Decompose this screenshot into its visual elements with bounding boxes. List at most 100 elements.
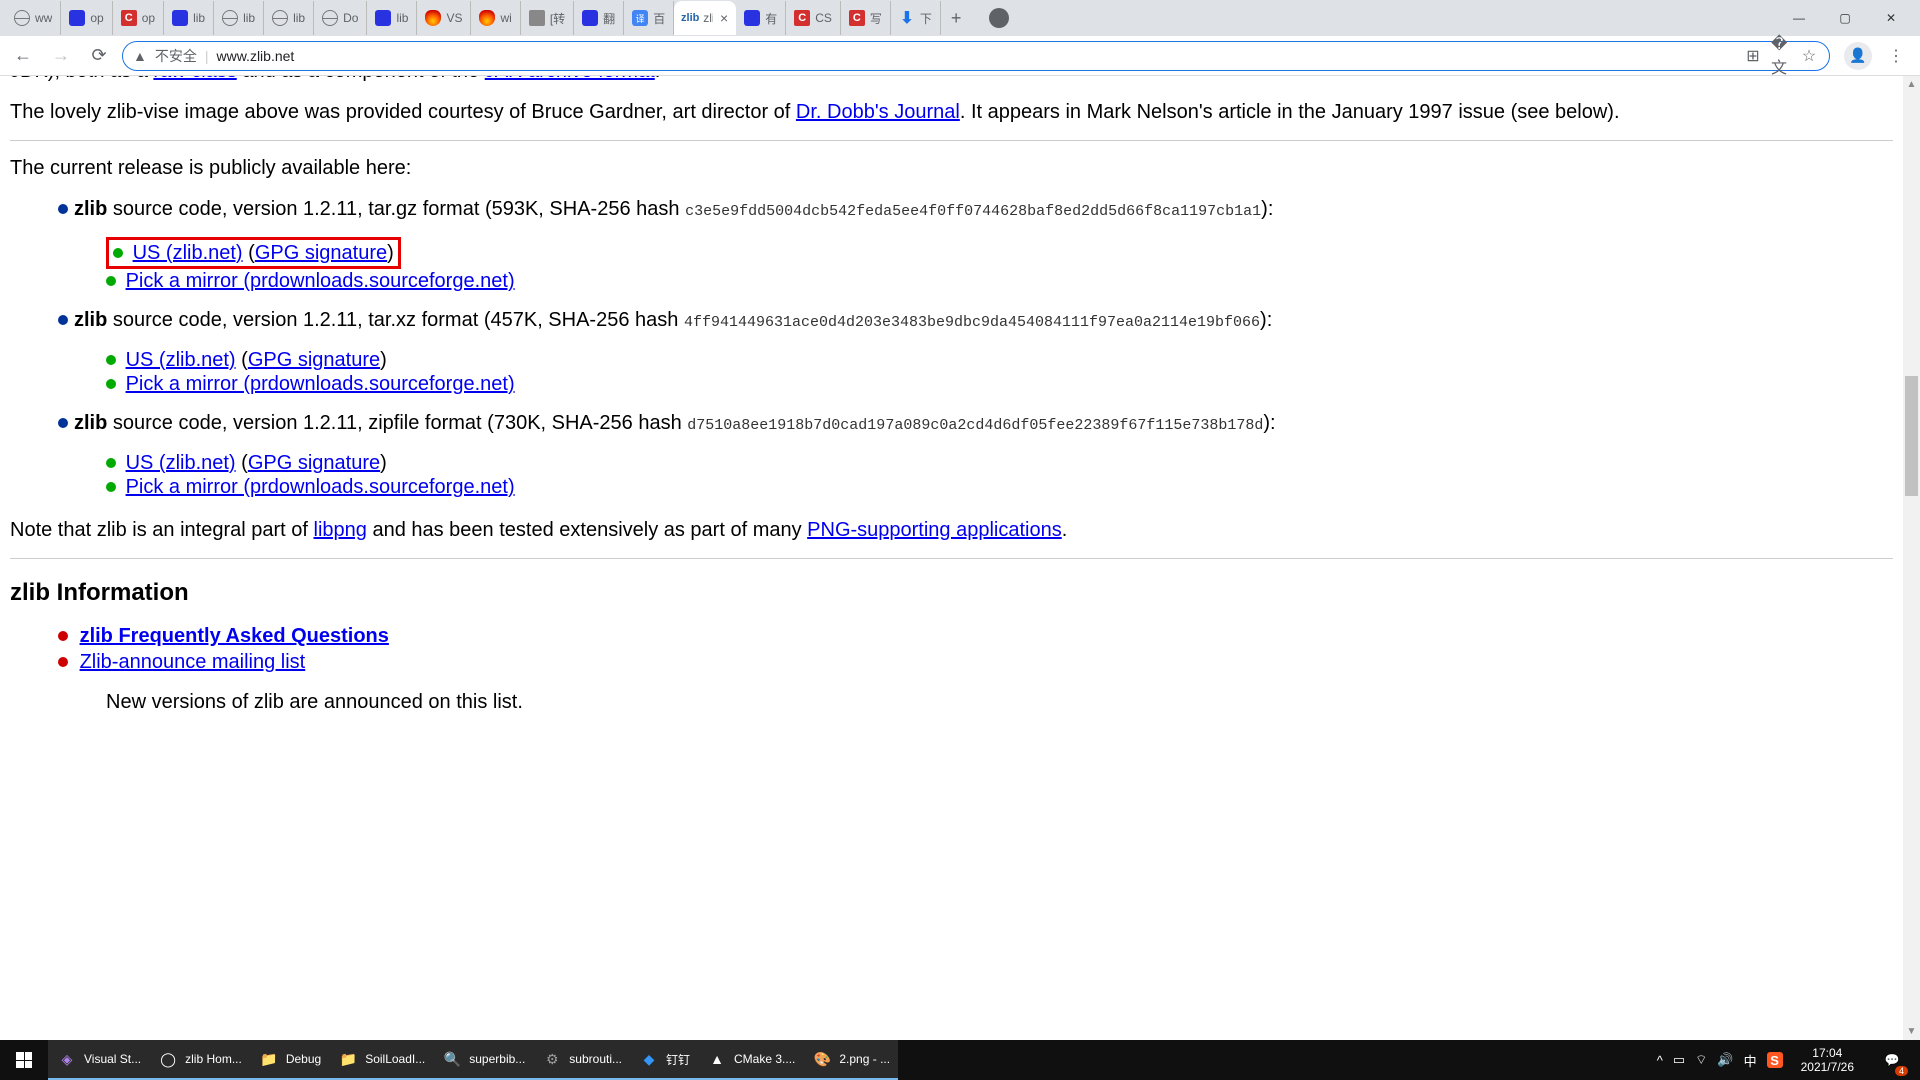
taskbar-app[interactable]: ◆钉钉 (630, 1040, 698, 1080)
tab-title: op (90, 11, 103, 25)
tab-active[interactable]: zlibzlib× (674, 1, 736, 35)
tab[interactable]: 有 (736, 1, 786, 35)
tab-title: 百 (653, 10, 665, 27)
scrollbar-thumb[interactable] (1905, 376, 1918, 496)
minimize-button[interactable]: — (1776, 2, 1822, 34)
taskbar-app[interactable]: ◈Visual St... (48, 1040, 149, 1080)
toolbar: ← → ⟳ ▲ 不安全 | www.zlib.net ⊞ �文 ☆ 👤 ⋮ (0, 36, 1920, 76)
tab-favicon (272, 10, 288, 26)
tab[interactable]: lib (264, 1, 314, 35)
taskbar-app[interactable]: 📁Debug (250, 1040, 329, 1080)
system-tray: ^ ▭ ⌔ 🔊 中 S 17:04 2021/7/26 💬 4 (1649, 1040, 1920, 1080)
forward-button[interactable]: → (46, 41, 76, 71)
tab[interactable]: lib (367, 1, 417, 35)
link-gpg-signature[interactable]: GPG signature (248, 452, 380, 474)
taskbar-app[interactable]: 📁SoilLoadI... (329, 1040, 433, 1080)
tab[interactable]: Do (314, 1, 367, 35)
new-tab-button[interactable]: + (941, 8, 972, 29)
tab-title: 下 (920, 10, 932, 27)
vise-paragraph: The lovely zlib-vise image above was pro… (10, 99, 1893, 126)
link-pick-mirror[interactable]: Pick a mirror (prdownloads.sourceforge.n… (126, 476, 515, 498)
tray-wifi-icon[interactable]: ⌔ (1695, 1052, 1707, 1068)
tab[interactable]: Cop (113, 1, 164, 35)
download-links: US (zlib.net) (GPG signature) Pick a mir… (106, 348, 1893, 396)
tray-sogou-icon[interactable]: S (1767, 1052, 1783, 1068)
tab[interactable]: lib (164, 1, 214, 35)
tray-ime-indicator[interactable]: 中 (1744, 1051, 1757, 1070)
taskbar-app-label: 钉钉 (666, 1051, 690, 1068)
chrome-menu-button[interactable]: ⋮ (1886, 46, 1906, 66)
link-us-mirror[interactable]: US (zlib.net) (133, 242, 243, 264)
cutoff-paragraph: JDK), both as a raw class and as a compo… (10, 76, 1893, 85)
maximize-button[interactable]: ▢ (1822, 2, 1868, 34)
tab-favicon: C (121, 10, 137, 26)
tab[interactable]: 译百 (624, 1, 674, 35)
tab[interactable]: ⬇下 (891, 1, 941, 35)
link-libpng[interactable]: libpng (314, 519, 367, 541)
taskbar-app[interactable]: ⚙subrouti... (533, 1040, 630, 1080)
tray-volume-icon[interactable]: 🔊 (1717, 1052, 1733, 1068)
tab-favicon: zlib (682, 10, 698, 26)
scrollbar-down-button[interactable]: ▼ (1903, 1023, 1920, 1040)
address-bar[interactable]: ▲ 不安全 | www.zlib.net ⊞ �文 ☆ (122, 41, 1830, 71)
tab[interactable]: [转 (521, 1, 574, 35)
tab[interactable]: wi (471, 1, 520, 35)
link-pick-mirror[interactable]: Pick a mirror (prdownloads.sourceforge.n… (126, 373, 515, 395)
qr-icon[interactable]: ⊞ (1743, 46, 1763, 66)
tray-battery-icon[interactable]: ▭ (1673, 1052, 1685, 1068)
translate-icon[interactable]: �文 (1771, 46, 1791, 66)
taskbar-app-icon: ◯ (157, 1048, 179, 1070)
taskbar-app-label: Debug (286, 1052, 321, 1066)
tab[interactable]: C写 (841, 1, 891, 35)
download-label-bold: zlib (74, 198, 107, 220)
taskbar-app[interactable]: ◯ zlib Hom... (149, 1040, 250, 1080)
link-gpg-signature[interactable]: GPG signature (255, 242, 387, 264)
tray-chevron-icon[interactable]: ^ (1657, 1053, 1663, 1068)
download-item: zlib source code, version 1.2.11, tar.gz… (58, 196, 1893, 223)
taskbar-app-label: SoilLoadI... (365, 1052, 425, 1066)
link-us-mirror[interactable]: US (zlib.net) (126, 349, 236, 371)
link-dr-dobbs[interactable]: Dr. Dobb's Journal (796, 101, 960, 123)
tab-title: VS (446, 11, 462, 25)
link-png-apps[interactable]: PNG-supporting applications (807, 519, 1062, 541)
chrome-account-indicator[interactable] (989, 8, 1009, 28)
tab-favicon (69, 10, 85, 26)
tab[interactable]: lib (214, 1, 264, 35)
action-center-button[interactable]: 💬 4 (1872, 1040, 1912, 1080)
back-button[interactable]: ← (8, 41, 38, 71)
scrollbar-track[interactable]: ▲ ▼ (1903, 76, 1920, 1040)
tab[interactable]: ww (6, 1, 61, 35)
link-us-mirror[interactable]: US (zlib.net) (126, 452, 236, 474)
clock-time: 17:04 (1801, 1046, 1854, 1060)
taskbar-app[interactable]: 🎨2.png - ... (803, 1040, 898, 1080)
download-label-bold: zlib (74, 412, 107, 434)
start-button[interactable] (0, 1040, 48, 1080)
profile-avatar[interactable]: 👤 (1844, 42, 1872, 70)
tab-title: lib (293, 11, 305, 25)
tab[interactable]: VS (417, 1, 471, 35)
link-jar-archive[interactable]: JAR archive format (485, 76, 655, 82)
info-link[interactable]: zlib Frequently Asked Questions (80, 625, 389, 647)
link-raw-class[interactable]: raw class (153, 76, 236, 82)
scrollbar-up-button[interactable]: ▲ (1903, 76, 1920, 93)
tab-favicon (582, 10, 598, 26)
bookmark-star-icon[interactable]: ☆ (1799, 46, 1819, 66)
bullet-icon (106, 482, 116, 492)
taskbar-app-label: CMake 3.... (734, 1052, 795, 1066)
browser-chrome: wwopCoplibliblibDolibVSwi[转翻译百zlibzlib×有… (0, 0, 1920, 76)
link-pick-mirror[interactable]: Pick a mirror (prdownloads.sourceforge.n… (126, 270, 515, 292)
close-window-button[interactable]: ✕ (1868, 2, 1914, 34)
tab-close-icon[interactable]: × (720, 10, 728, 26)
download-hash: 4ff941449631ace0d4d203e3483be9dbc9da4540… (684, 314, 1260, 331)
tab[interactable]: CCS (786, 1, 841, 35)
taskbar-app[interactable]: ▲CMake 3.... (698, 1040, 803, 1080)
reload-button[interactable]: ⟳ (84, 41, 114, 71)
tab[interactable]: op (61, 1, 112, 35)
taskbar-clock[interactable]: 17:04 2021/7/26 (1793, 1046, 1862, 1075)
taskbar-app-label: zlib Hom... (185, 1052, 242, 1066)
link-gpg-signature[interactable]: GPG signature (248, 349, 380, 371)
info-link[interactable]: Zlib-announce mailing list (80, 651, 306, 673)
insecure-icon: ▲ (133, 48, 147, 64)
taskbar-app[interactable]: 🔍superbib... (433, 1040, 533, 1080)
tab[interactable]: 翻 (574, 1, 624, 35)
